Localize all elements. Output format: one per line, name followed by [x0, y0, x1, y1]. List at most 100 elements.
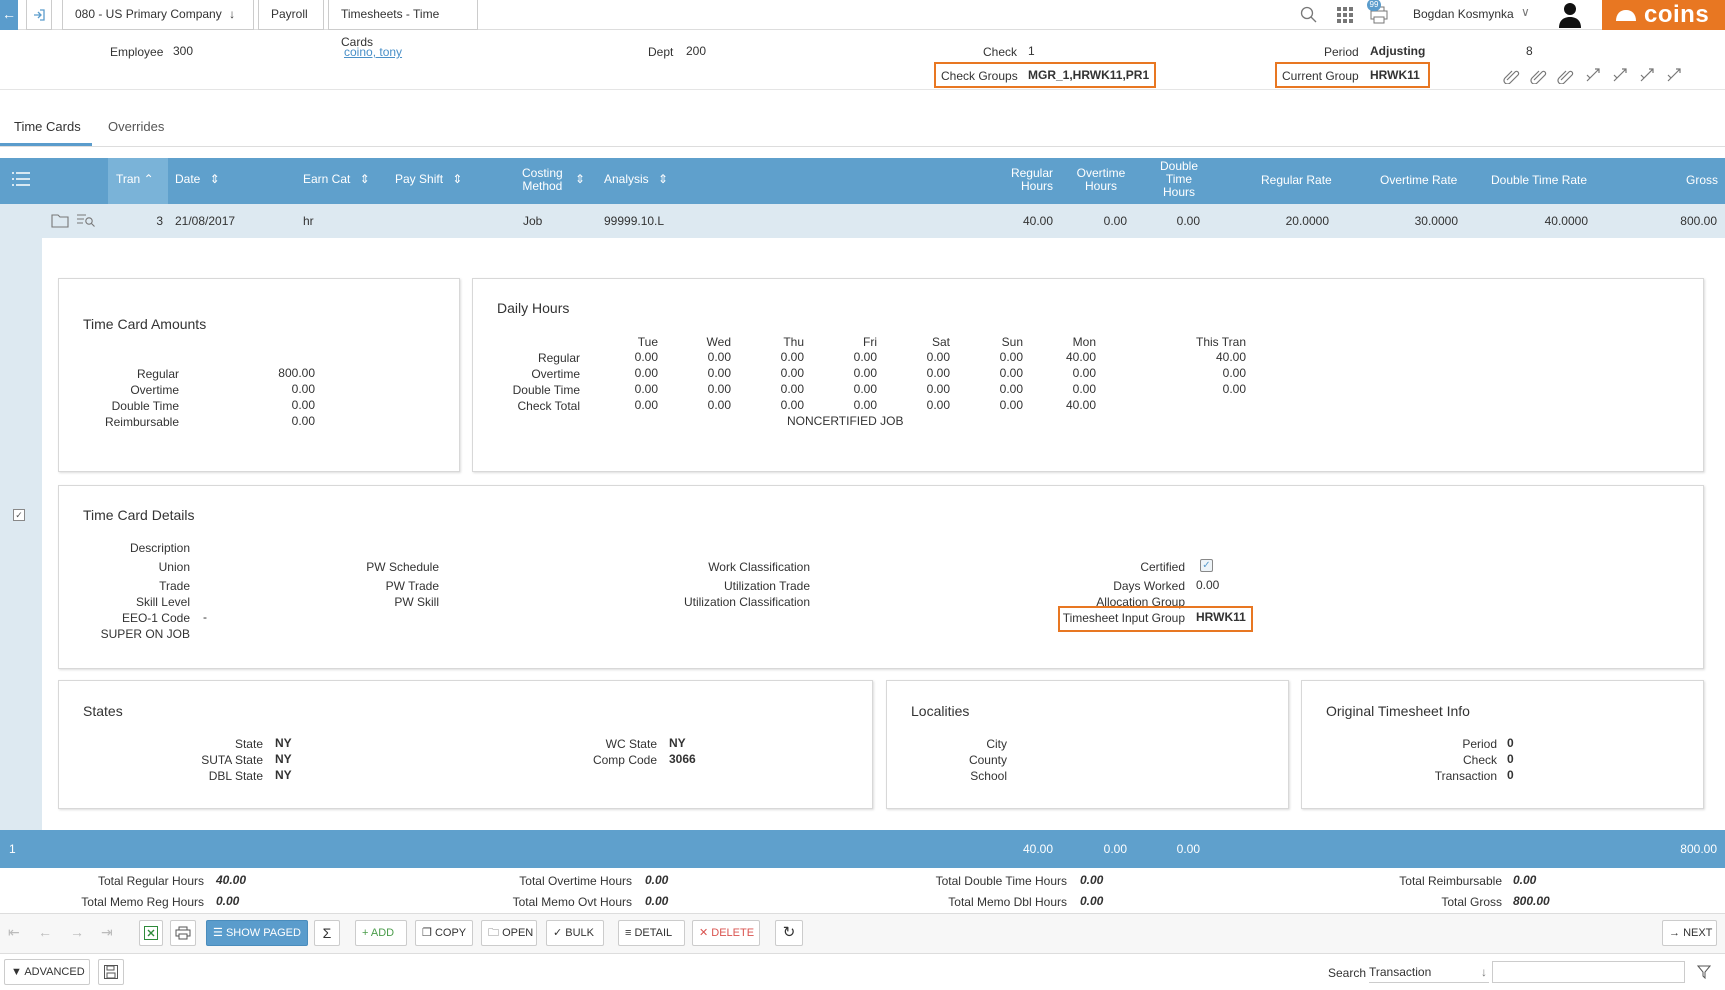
col-gross[interactable]: Gross [1686, 174, 1718, 187]
attachment-icon[interactable] [1530, 66, 1548, 87]
sort-icon[interactable]: ⇕ [575, 173, 585, 186]
col-ot-l2: Hours [1084, 179, 1117, 193]
first-page-icon[interactable]: ⇤ [8, 924, 20, 941]
col-costing-l2: Method [522, 179, 563, 193]
chevron-down-icon[interactable]: ∨ [1521, 5, 1530, 19]
breadcrumb-company-label: 080 - US Primary Company [75, 7, 222, 21]
attachment-icon[interactable] [1557, 66, 1575, 87]
col-regular-rate[interactable]: Regular Rate [1261, 174, 1332, 187]
employee-name-link[interactable]: coino, tony [344, 45, 402, 59]
search-input[interactable] [1492, 961, 1685, 983]
check-groups-value: MGR_1,HRWK11,PR1 [1028, 68, 1150, 82]
row-date: 21/08/2017 [175, 214, 236, 228]
copy-label: COPY [434, 927, 467, 939]
excel-export-button[interactable] [139, 920, 163, 946]
copy-button[interactable]: ❐ COPY [415, 920, 473, 946]
daily-value: 40.00 [1065, 398, 1096, 412]
daily-value: 0.00 [926, 350, 950, 364]
bulk-button[interactable]: ✓ BULK [546, 920, 604, 946]
breadcrumb-module[interactable]: Payroll [258, 0, 324, 30]
col-analysis[interactable]: Analysis ⇕ [604, 173, 668, 186]
amount-value: 0.00 [291, 382, 315, 396]
link-attachment-icon[interactable] [1665, 66, 1683, 87]
back-arrow-icon[interactable]: ← [0, 0, 18, 30]
apps-grid-icon[interactable] [1337, 7, 1353, 26]
next-page-icon[interactable]: → [70, 924, 84, 940]
open-button[interactable]: 🗀 OPEN [481, 920, 537, 946]
city-label: City [986, 737, 1007, 751]
col-pay-shift[interactable]: Pay Shift ⇕ [395, 173, 462, 186]
column-menu-icon[interactable] [12, 172, 30, 189]
print-button[interactable] [170, 920, 196, 946]
tab-overrides[interactable]: Overrides [108, 119, 164, 134]
tab-time-cards[interactable]: Time Cards [14, 119, 81, 134]
show-paged-button[interactable]: ☰ SHOW PAGED [206, 920, 308, 946]
check-icon: ✓ [553, 927, 563, 939]
col-costing-method[interactable]: Costing Method [522, 167, 563, 193]
save-search-button[interactable] [98, 959, 124, 985]
sum-button[interactable]: Σ [314, 920, 340, 946]
search-field-value: Transaction [1369, 965, 1432, 979]
grid-header [0, 158, 1725, 204]
wc-state-label: WC State [605, 737, 657, 751]
search-field-select[interactable]: Transaction ↓ [1369, 961, 1489, 983]
certified-checkbox[interactable]: ✓ [1200, 559, 1213, 572]
advanced-label: ADVANCED [24, 966, 85, 978]
prev-page-icon[interactable]: ← [38, 924, 52, 940]
link-attachment-icon[interactable] [1638, 66, 1656, 87]
user-name[interactable]: Bogdan Kosmynka [1413, 7, 1514, 21]
avatar[interactable] [1556, 0, 1584, 31]
day-header: Mon [1072, 335, 1096, 349]
pw-schedule-label: PW Schedule [366, 560, 439, 574]
col-date[interactable]: Date ⇕ [175, 173, 220, 186]
exit-icon[interactable] [26, 0, 52, 30]
delete-button[interactable]: ✕ DELETE [692, 920, 760, 946]
link-attachment-icon[interactable] [1611, 66, 1629, 87]
daily-value: 0.00 [853, 350, 877, 364]
amount-value: 0.00 [291, 398, 315, 412]
last-page-icon[interactable]: ⇥ [101, 924, 113, 941]
next-button[interactable]: → NEXT [1662, 920, 1717, 946]
timesheet-input-group-value: HRWK11 [1196, 610, 1246, 624]
attachment-icon[interactable] [1503, 66, 1521, 87]
row-select-checkbox[interactable]: ✓ [13, 509, 25, 521]
row-dt-rate: 40.0000 [1544, 214, 1588, 228]
col-tran[interactable]: Tran ⌃ [116, 173, 154, 186]
col-double-time-rate[interactable]: Double Time Rate [1491, 174, 1587, 187]
row-earn-cat: hr [303, 214, 314, 228]
folder-icon[interactable] [51, 213, 69, 231]
col-earn-cat[interactable]: Earn Cat ⇕ [303, 173, 370, 186]
certified-label: Certified [1140, 560, 1185, 574]
total-overtime-value: 0.00 [645, 873, 669, 887]
detail-button[interactable]: ≡ DETAIL [618, 920, 685, 946]
advanced-button[interactable]: ▼ ADVANCED [4, 959, 90, 985]
table-row[interactable] [0, 204, 1725, 238]
link-attachment-icon[interactable] [1584, 66, 1602, 87]
refresh-button[interactable]: ↻ [775, 920, 803, 946]
breadcrumb-company[interactable]: 080 - US Primary Company ↓ [62, 0, 254, 30]
col-regular-hours[interactable]: Regular Hours [1000, 167, 1053, 193]
row-detail-search-icon[interactable] [77, 214, 95, 230]
col-reg-l2: Hours [1020, 179, 1053, 193]
total-gross-value: 800.00 [1513, 894, 1550, 908]
eeo1-label: EEO-1 Code [121, 611, 190, 625]
col-double-time-hours[interactable]: Double Time Hours [1155, 160, 1203, 199]
daily-value: 0.00 [853, 398, 877, 412]
filter-icon[interactable] [1696, 965, 1712, 982]
original-period-label: Period [1462, 737, 1497, 751]
breadcrumb-page[interactable]: Timesheets - Time Cards [328, 0, 478, 49]
search-icon[interactable] [1300, 6, 1317, 26]
daily-value: 0.00 [780, 382, 804, 396]
daily-value: 0.00 [634, 350, 658, 364]
day-header: Thu [783, 335, 804, 349]
daily-value: 0.00 [926, 382, 950, 396]
school-label: School [970, 769, 1007, 783]
pw-skill-label: PW Skill [394, 595, 439, 609]
daily-row-label: Overtime [531, 367, 580, 381]
col-overtime-rate[interactable]: Overtime Rate [1380, 174, 1457, 187]
bulk-label: BULK [565, 927, 595, 939]
list-icon: ☰ [213, 927, 223, 939]
col-analysis-label: Analysis [604, 172, 649, 186]
col-overtime-hours[interactable]: Overtime Hours [1074, 167, 1128, 193]
add-button[interactable]: + ADD [355, 920, 407, 946]
